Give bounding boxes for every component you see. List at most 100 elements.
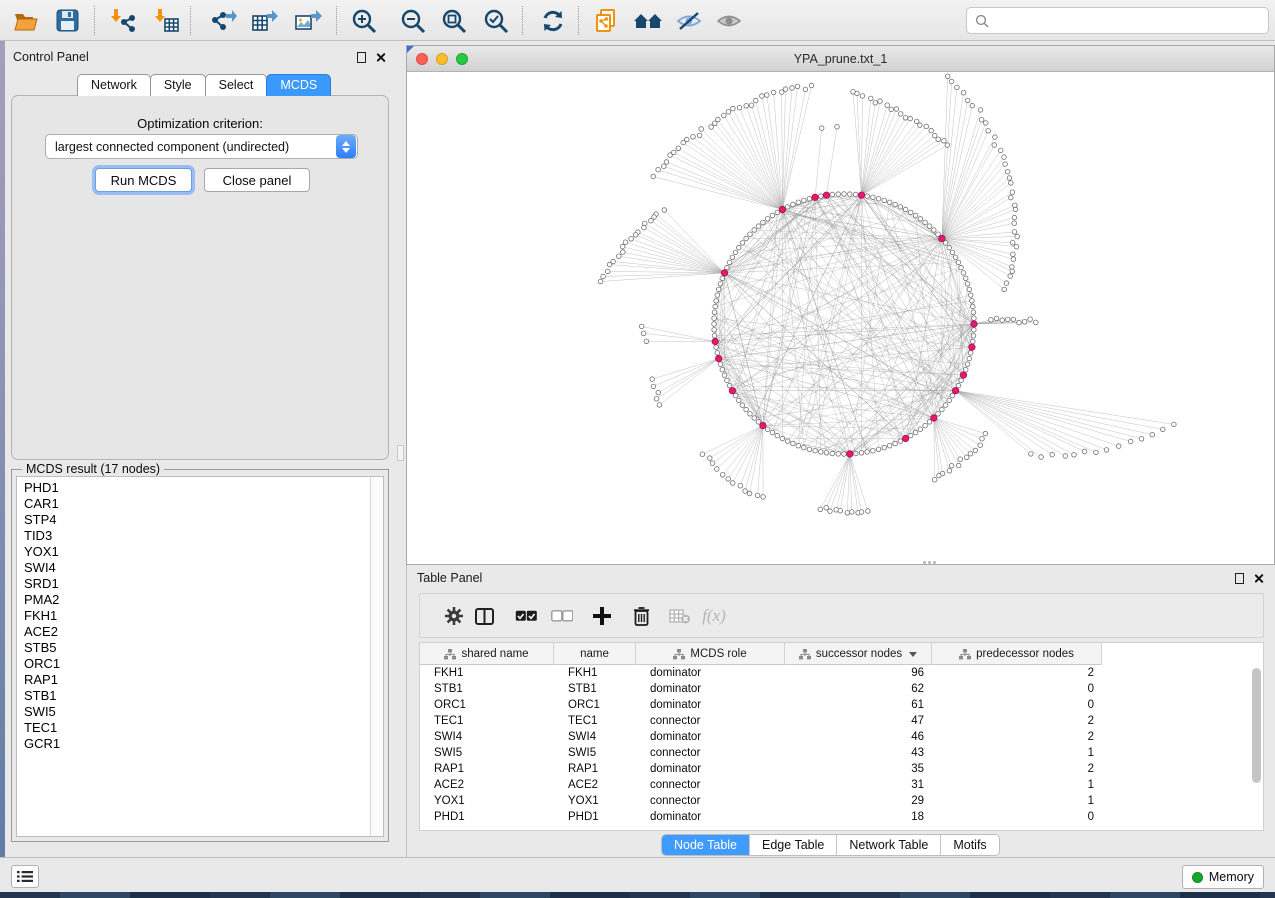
- function-builder-button[interactable]: f(x): [698, 601, 730, 631]
- task-history-button[interactable]: [11, 865, 39, 888]
- run-mcds-button[interactable]: Run MCDS: [95, 168, 192, 192]
- mcds-result-item[interactable]: ORC1: [17, 656, 383, 672]
- table-scrollbar-thumb[interactable]: [1252, 668, 1261, 783]
- table-row[interactable]: ORC1ORC1dominator610: [420, 697, 1263, 713]
- column-header-shared-name[interactable]: shared name: [420, 643, 554, 665]
- float-table-panel-button[interactable]: [1233, 572, 1246, 585]
- table-row[interactable]: YOX1YOX1connector291: [420, 793, 1263, 809]
- show-columns-button[interactable]: [468, 601, 500, 631]
- show-all-button[interactable]: [711, 4, 747, 37]
- import-network-button[interactable]: [105, 4, 141, 37]
- mcds-result-item[interactable]: SRD1: [17, 576, 383, 592]
- export-image-button[interactable]: [290, 4, 326, 37]
- close-table-panel-button[interactable]: [1252, 572, 1265, 585]
- zoom-out-button[interactable]: [395, 4, 431, 37]
- refresh-button[interactable]: [535, 4, 571, 37]
- table-settings-button[interactable]: [438, 601, 470, 631]
- close-window-icon[interactable]: [416, 53, 428, 65]
- tab-edge-table[interactable]: Edge Table: [750, 835, 837, 855]
- mcds-result-item[interactable]: STB5: [17, 640, 383, 656]
- close-panel-button[interactable]: [374, 51, 387, 64]
- mcds-result-item[interactable]: SWI5: [17, 704, 383, 720]
- delete-column-button[interactable]: [625, 601, 657, 631]
- first-neighbors-button[interactable]: [630, 4, 666, 37]
- select-all-rows-button[interactable]: [510, 601, 542, 631]
- splitter-grip[interactable]: [397, 445, 404, 461]
- table-cell: connector: [636, 747, 785, 759]
- table-row[interactable]: ACE2ACE2connector311: [420, 777, 1263, 793]
- maximize-window-icon[interactable]: [456, 53, 468, 65]
- duplicate-network-button[interactable]: [588, 4, 624, 37]
- save-button[interactable]: [49, 4, 85, 37]
- table-cell: 2: [932, 763, 1102, 775]
- tab-network[interactable]: Network: [77, 74, 151, 96]
- network-window-titlebar[interactable]: YPA_prune.txt_1: [407, 46, 1274, 72]
- criterion-selected-value: largest connected component (undirected): [46, 140, 336, 154]
- open-file-button[interactable]: [8, 4, 44, 37]
- mcds-result-item[interactable]: SWI4: [17, 560, 383, 576]
- export-table-button[interactable]: [247, 4, 283, 37]
- table-row[interactable]: FKH1FKH1dominator962: [420, 665, 1263, 681]
- table-cell: 0: [932, 683, 1102, 695]
- delete-table-button[interactable]: [664, 601, 696, 631]
- mcds-result-item[interactable]: ACE2: [17, 624, 383, 640]
- tab-node-table[interactable]: Node Table: [662, 835, 750, 855]
- mcds-result-item[interactable]: PMA2: [17, 592, 383, 608]
- tab-network-table[interactable]: Network Table: [837, 835, 941, 855]
- network-canvas[interactable]: [407, 72, 1274, 564]
- table-row[interactable]: TEC1TEC1connector472: [420, 713, 1263, 729]
- tab-select[interactable]: Select: [205, 74, 268, 96]
- mcds-result-item[interactable]: CAR1: [17, 496, 383, 512]
- table-row[interactable]: SWI4SWI4dominator462: [420, 729, 1263, 745]
- memory-button[interactable]: Memory: [1182, 865, 1264, 889]
- control-panel-window: Control Panel Network Style Select MCDS …: [5, 45, 395, 857]
- mcds-result-item[interactable]: GCR1: [17, 736, 383, 752]
- add-column-button[interactable]: [586, 601, 618, 631]
- hide-selected-button[interactable]: [671, 4, 707, 37]
- table-row[interactable]: PHD1PHD1dominator180: [420, 809, 1263, 825]
- mcds-result-item[interactable]: YOX1: [17, 544, 383, 560]
- mcds-result-item[interactable]: TEC1: [17, 720, 383, 736]
- mcds-result-item[interactable]: RAP1: [17, 672, 383, 688]
- close-panel-button-mcds[interactable]: Close panel: [204, 168, 310, 192]
- mcds-result-item[interactable]: STB1: [17, 688, 383, 704]
- import-table-button[interactable]: [149, 4, 185, 37]
- mcds-list-scrollbar[interactable]: [370, 477, 383, 836]
- deselect-all-icon: [551, 610, 573, 622]
- vertical-splitter[interactable]: [395, 45, 406, 857]
- table-cell: RAP1: [420, 763, 554, 775]
- table-row[interactable]: RAP1RAP1dominator352: [420, 761, 1263, 777]
- table-cell: YOX1: [420, 795, 554, 807]
- column-header-predecessor-nodes[interactable]: predecessor nodes: [932, 643, 1102, 665]
- table-cell: 31: [785, 779, 932, 791]
- minimize-window-icon[interactable]: [436, 53, 448, 65]
- table-cell: TEC1: [420, 715, 554, 727]
- node-table-body: FKH1FKH1dominator962STB1STB1dominator620…: [420, 665, 1263, 825]
- table-cell: 47: [785, 715, 932, 727]
- mcds-result-item[interactable]: PHD1: [17, 480, 383, 496]
- export-network-button[interactable]: [205, 4, 241, 37]
- table-cell: 18: [785, 811, 932, 823]
- mcds-result-item[interactable]: FKH1: [17, 608, 383, 624]
- zoom-fit-button[interactable]: [436, 4, 472, 37]
- tab-motifs[interactable]: Motifs: [941, 835, 998, 855]
- mcds-result-item[interactable]: STP4: [17, 512, 383, 528]
- table-row[interactable]: STB1STB1dominator620: [420, 681, 1263, 697]
- column-header-name[interactable]: name: [554, 643, 636, 665]
- control-panel-tabs: Network Style Select MCDS: [77, 74, 330, 96]
- column-header-successor-nodes[interactable]: successor nodes: [785, 643, 932, 665]
- float-window-button[interactable]: [355, 51, 368, 64]
- column-header-mcds-role[interactable]: MCDS role: [636, 643, 785, 665]
- table-row[interactable]: SWI5SWI5connector431: [420, 745, 1263, 761]
- zoom-selected-button[interactable]: [478, 4, 514, 37]
- mcds-result-item[interactable]: TID3: [17, 528, 383, 544]
- main-toolbar: [0, 0, 1275, 41]
- tab-mcds[interactable]: MCDS: [266, 74, 331, 96]
- deselect-all-rows-button[interactable]: [546, 601, 578, 631]
- search-input[interactable]: [994, 14, 1244, 28]
- tab-style[interactable]: Style: [150, 74, 206, 96]
- zoom-in-button[interactable]: [346, 4, 382, 37]
- table-cell: connector: [636, 715, 785, 727]
- search-field[interactable]: [966, 7, 1269, 34]
- criterion-select[interactable]: largest connected component (undirected): [45, 134, 358, 159]
